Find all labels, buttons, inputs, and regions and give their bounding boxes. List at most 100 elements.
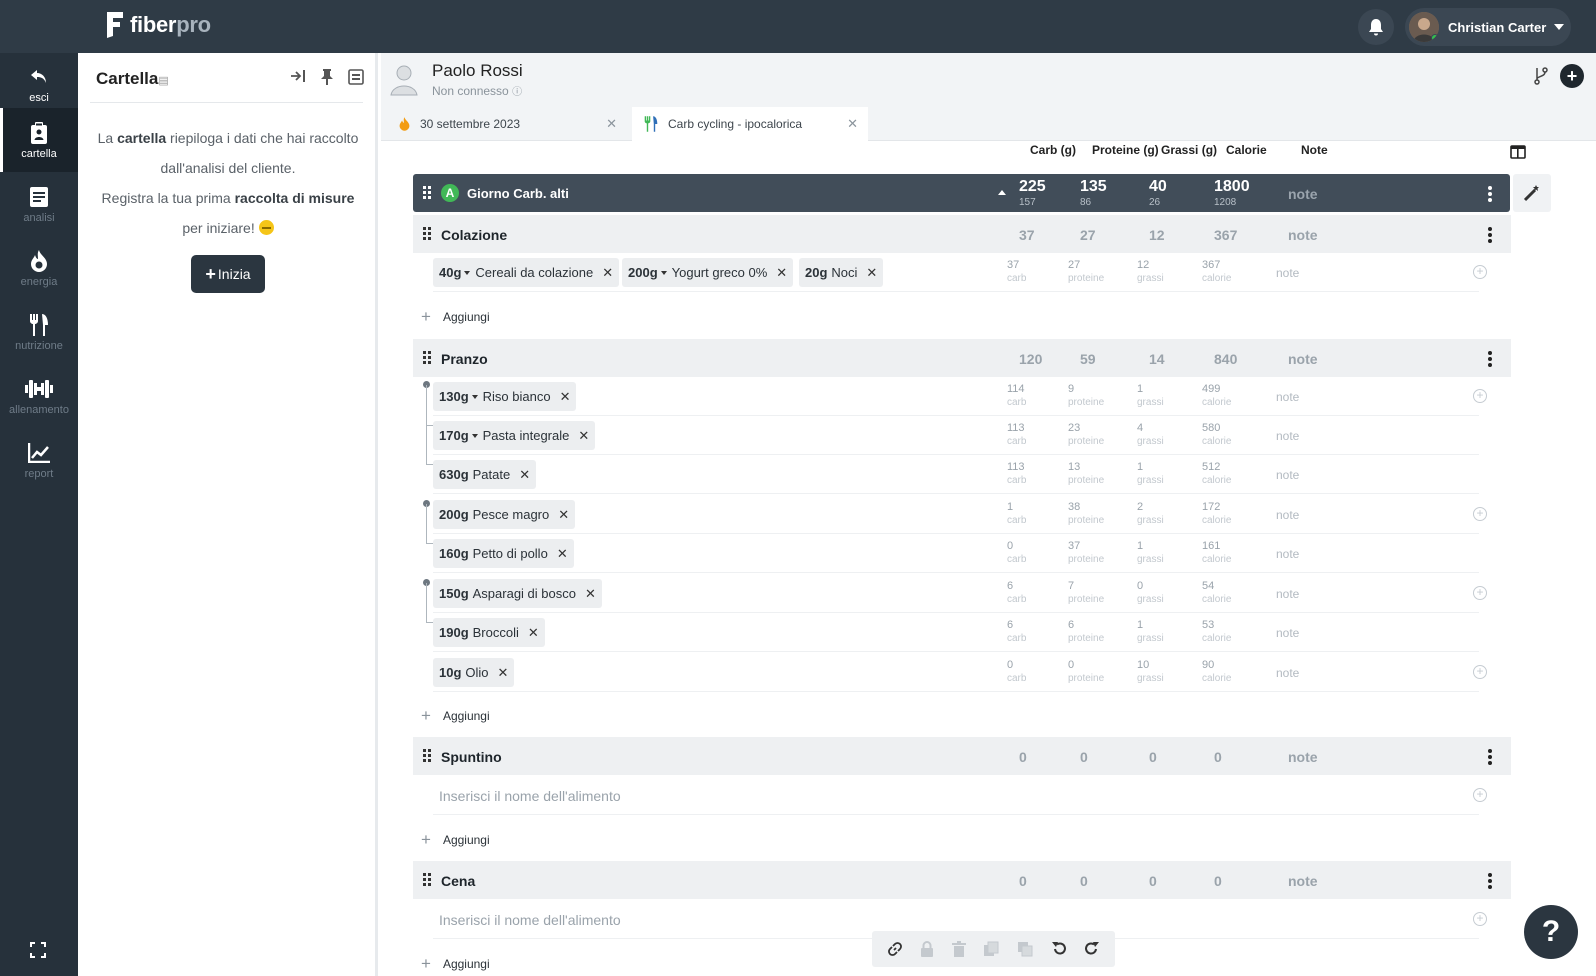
meal-note[interactable]: note	[1288, 227, 1318, 243]
remove-icon[interactable]: ✕	[519, 467, 530, 483]
add-food-button[interactable]: + Aggiungi	[421, 307, 490, 327]
row-note[interactable]: note	[1276, 587, 1299, 601]
food-chip[interactable]: 630g Patate ✕	[433, 460, 537, 489]
add-circle-icon[interactable]: +	[1473, 389, 1487, 403]
add-circle-icon[interactable]: +	[1473, 788, 1487, 802]
food-chip[interactable]: 10g Olio ✕	[433, 658, 515, 687]
drag-handle-icon[interactable]	[423, 873, 431, 886]
drag-handle-icon[interactable]	[423, 227, 431, 240]
nav-analisi[interactable]: analisi	[0, 172, 78, 236]
meal-note[interactable]: note	[1288, 749, 1318, 765]
more-options-icon[interactable]	[1488, 873, 1492, 891]
pin-icon[interactable]	[320, 69, 334, 85]
close-icon[interactable]: ✕	[847, 116, 858, 132]
drag-handle-icon[interactable]	[423, 351, 431, 364]
food-chip[interactable]: 20g Noci ✕	[799, 258, 884, 287]
row-note[interactable]: note	[1276, 626, 1299, 640]
food-chip[interactable]: 200g Pesce magro ✕	[433, 500, 576, 529]
fullscreen-icon[interactable]	[30, 942, 46, 958]
tab-plan[interactable]: Carb cycling - ipocalorica ✕	[632, 107, 868, 141]
link-icon[interactable]	[887, 941, 903, 957]
food-chip[interactable]: 40g Cereali da colazione ✕	[433, 258, 620, 287]
close-icon[interactable]: ✕	[606, 116, 617, 132]
remove-icon[interactable]: ✕	[557, 546, 568, 562]
food-search-input[interactable]: Inserisci il nome dell'alimento	[439, 912, 621, 928]
add-circle-icon[interactable]: +	[1473, 265, 1487, 279]
more-options-icon[interactable]	[1488, 749, 1492, 767]
app-logo[interactable]: fiberpro	[104, 12, 211, 38]
branch-icon[interactable]	[1533, 67, 1549, 85]
meal-note[interactable]: note	[1288, 873, 1318, 889]
redo-icon[interactable]	[1084, 941, 1100, 957]
nav-allenamento[interactable]: allenamento	[0, 364, 78, 428]
drag-handle-icon[interactable]	[423, 749, 431, 762]
collapse-icon[interactable]	[998, 190, 1006, 195]
remove-icon[interactable]: ✕	[558, 507, 569, 523]
chevron-down-icon[interactable]	[660, 270, 667, 275]
help-button[interactable]: ?	[1524, 905, 1578, 959]
remove-icon[interactable]: ✕	[498, 665, 509, 681]
add-circle-icon[interactable]: +	[1473, 912, 1487, 926]
user-menu[interactable]: Christian Carter	[1405, 8, 1571, 46]
lock-icon[interactable]	[920, 941, 934, 957]
row-note[interactable]: note	[1276, 666, 1299, 680]
more-options-icon[interactable]	[1488, 186, 1492, 204]
chevron-down-icon[interactable]	[471, 433, 478, 438]
drag-handle-icon[interactable]	[423, 186, 431, 199]
remove-icon[interactable]: ✕	[776, 265, 787, 281]
nav-report[interactable]: report	[0, 428, 78, 492]
auto-generate-button[interactable]	[1513, 174, 1551, 212]
food-chip[interactable]: 190g Broccoli ✕	[433, 618, 545, 647]
add-food-button[interactable]: + Aggiungi	[421, 706, 490, 726]
trash-icon[interactable]	[951, 941, 966, 957]
meal-header-pranzo[interactable]: Pranzo 120 59 14 840 note	[413, 339, 1511, 377]
add-circle-icon[interactable]: +	[1473, 507, 1487, 521]
add-food-button[interactable]: + Aggiungi	[421, 830, 490, 850]
remove-icon[interactable]: ✕	[602, 265, 613, 281]
start-button[interactable]: + Inizia	[191, 255, 265, 293]
meal-header-colazione[interactable]: Colazione 37 27 12 367 note	[413, 215, 1511, 253]
collapse-panel-icon[interactable]	[290, 69, 306, 83]
add-button[interactable]: +	[1560, 64, 1584, 88]
meal-note[interactable]: note	[1288, 351, 1318, 367]
nav-cartella[interactable]: cartella	[0, 108, 78, 172]
food-chip[interactable]: 200g Yogurt greco 0% ✕	[622, 258, 794, 287]
add-circle-icon[interactable]: +	[1473, 586, 1487, 600]
chevron-down-icon[interactable]	[471, 394, 478, 399]
food-chip[interactable]: 130g Riso bianco ✕	[433, 382, 577, 411]
nav-exit[interactable]: esci	[0, 53, 78, 115]
meal-header-spuntino[interactable]: Spuntino 0 0 0 0 note	[413, 737, 1511, 775]
row-note[interactable]: note	[1276, 429, 1299, 443]
row-note[interactable]: note	[1276, 266, 1299, 280]
meal-header-cena[interactable]: Cena 0 0 0 0 note	[413, 861, 1511, 899]
remove-icon[interactable]: ✕	[585, 586, 596, 602]
notifications-button[interactable]	[1358, 9, 1394, 45]
more-options-icon[interactable]	[1488, 351, 1492, 369]
row-note[interactable]: note	[1276, 468, 1299, 482]
remove-icon[interactable]: ✕	[866, 265, 877, 281]
remove-icon[interactable]: ✕	[560, 389, 571, 405]
day-note[interactable]: note	[1288, 186, 1318, 202]
row-note[interactable]: note	[1276, 547, 1299, 561]
add-circle-icon[interactable]: +	[1473, 665, 1487, 679]
nav-energia[interactable]: energia	[0, 236, 78, 300]
add-food-button[interactable]: + Aggiungi	[421, 954, 490, 974]
remove-icon[interactable]: ✕	[528, 625, 539, 641]
food-chip[interactable]: 150g Asparagi di bosco ✕	[433, 579, 602, 608]
day-row[interactable]: A Giorno Carb. alti 225 157 135 86 40 26…	[413, 174, 1510, 212]
food-chip[interactable]: 170g Pasta integrale ✕	[433, 421, 596, 450]
columns-layout-icon[interactable]	[1510, 145, 1526, 159]
remove-icon[interactable]: ✕	[578, 428, 589, 444]
undo-icon[interactable]	[1051, 941, 1067, 957]
nav-nutrizione[interactable]: nutrizione	[0, 300, 78, 364]
row-note[interactable]: note	[1276, 390, 1299, 404]
tab-date[interactable]: 30 settembre 2023 ✕	[387, 107, 627, 141]
chevron-down-icon[interactable]	[464, 270, 471, 275]
row-note[interactable]: note	[1276, 508, 1299, 522]
duplicate-icon[interactable]	[1017, 941, 1033, 957]
copy-icon[interactable]	[983, 941, 999, 957]
more-options-icon[interactable]	[1488, 227, 1492, 245]
layout-toggle-icon[interactable]	[348, 69, 364, 85]
food-search-input[interactable]: Inserisci il nome dell'alimento	[439, 788, 621, 804]
food-chip[interactable]: 160g Petto di pollo ✕	[433, 539, 574, 568]
